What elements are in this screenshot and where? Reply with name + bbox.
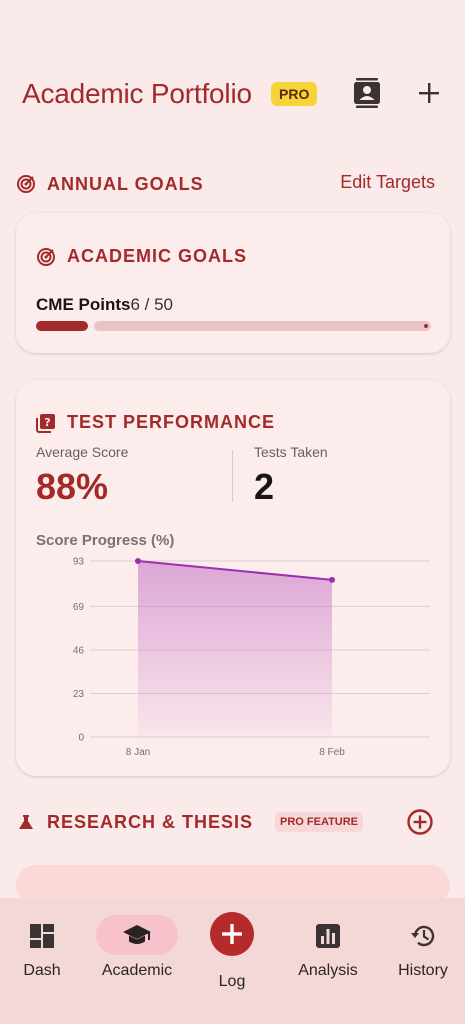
dashboard-icon [26, 920, 58, 952]
progress-track [94, 321, 431, 331]
bar-chart-icon [312, 920, 344, 952]
annual-goals-header: ANNUAL GOALS Edit Targets [16, 170, 450, 200]
target-icon [37, 248, 55, 266]
card-title: TEST PERFORMANCE [67, 412, 276, 432]
goal-label: CME Points6 / 50 [36, 295, 173, 315]
pro-feature-badge: PRO FEATURE [275, 812, 364, 832]
nav-item-dash[interactable]: Dash [20, 920, 64, 980]
tests-taken-value: 2 [254, 466, 275, 507]
add-circle-icon[interactable] [406, 808, 434, 836]
card-title: ACADEMIC GOALS [67, 246, 247, 266]
average-score-value: 88% [36, 466, 109, 507]
goal-progress-text: 6 / 50 [130, 295, 173, 314]
section-title: ANNUAL GOALS [47, 174, 204, 194]
research-header: RESEARCH & THESIS PRO FEATURE [16, 808, 450, 838]
svg-text:?: ? [44, 416, 50, 429]
test-performance-card: ? TEST PERFORMANCE Average Score 88% Tes… [16, 380, 450, 776]
app-header: Academic Portfolio PRO [0, 70, 465, 118]
x-tick-label: 8 Feb [319, 747, 345, 758]
flask-icon [19, 815, 33, 829]
plus-icon [222, 924, 242, 944]
progress-end-dot [424, 324, 428, 328]
progress-fill [36, 321, 88, 331]
page-title: Academic Portfolio [22, 78, 252, 109]
stat-divider [232, 450, 233, 502]
quiz-icon: ? [36, 414, 55, 433]
log-button[interactable] [210, 912, 254, 956]
average-score-label: Average Score [36, 444, 129, 460]
bottom-navigation: Dash Academic Log Analysis History [0, 898, 465, 1024]
contacts-icon[interactable] [352, 78, 382, 108]
nav-item-academic[interactable]: Academic [96, 920, 178, 980]
goal-progress-bar [36, 321, 431, 331]
area-fill [138, 561, 332, 737]
nav-item-log[interactable]: Log [210, 973, 254, 991]
data-point[interactable] [135, 558, 141, 564]
nav-item-analysis[interactable]: Analysis [293, 920, 363, 980]
tests-taken-label: Tests Taken [254, 444, 328, 460]
goal-name: CME Points [36, 295, 131, 314]
nav-label-history: History [398, 962, 448, 979]
academic-goals-card: ACADEMIC GOALS CME Points6 / 50 [16, 213, 450, 353]
target-icon [17, 175, 35, 193]
chart-title: Score Progress (%) [36, 532, 175, 549]
y-tick-label: 0 [78, 733, 84, 744]
y-tick-label: 69 [73, 602, 85, 613]
section-title: RESEARCH & THESIS [47, 812, 254, 832]
pro-badge[interactable]: PRO [271, 82, 318, 106]
data-point[interactable] [329, 576, 335, 583]
edit-targets-link[interactable]: Edit Targets [340, 172, 435, 193]
nav-label-dash: Dash [23, 962, 61, 979]
history-icon [407, 920, 439, 952]
x-tick-label: 8 Jan [126, 747, 150, 758]
y-tick-label: 23 [73, 689, 85, 700]
score-progress-chart: 93 69 46 23 0 8 Jan 8 Feb [73, 557, 430, 758]
nav-label-log: Log [218, 973, 246, 990]
y-tick-label: 46 [73, 645, 85, 656]
nav-item-history[interactable]: History [392, 920, 454, 980]
nav-label-academic: Academic [101, 962, 173, 979]
add-icon[interactable] [414, 78, 444, 108]
graduation-cap-icon [121, 920, 153, 952]
y-tick-label: 93 [73, 557, 85, 568]
nav-label-analysis: Analysis [298, 962, 358, 979]
